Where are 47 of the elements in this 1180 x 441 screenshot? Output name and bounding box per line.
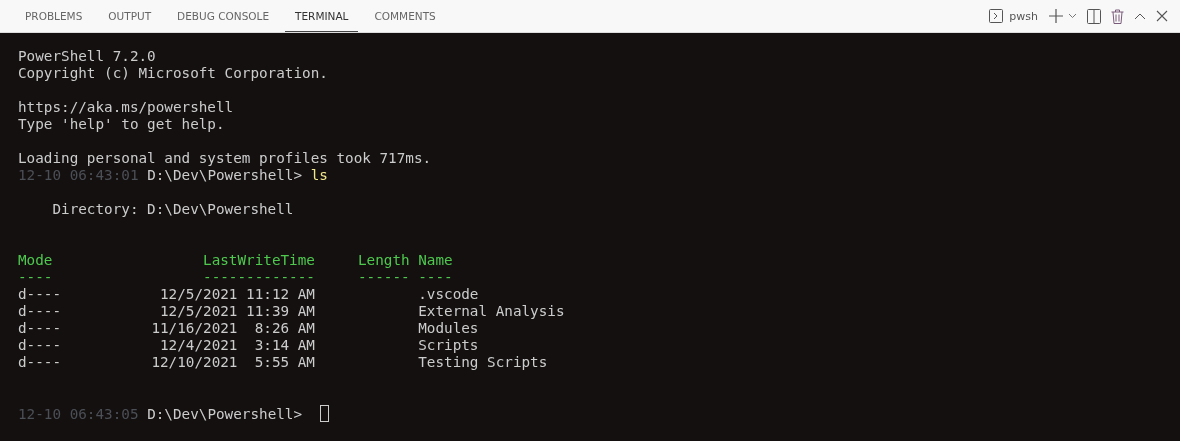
panel-tab[interactable]: TERMINAL [285, 0, 359, 32]
plus-icon[interactable] [1048, 8, 1064, 24]
chevron-down-icon[interactable] [1068, 13, 1077, 19]
terminal-text: https://aka.ms/powershell [18, 99, 234, 115]
split-icon[interactable] [1087, 8, 1101, 24]
table-cell: Modules [418, 320, 479, 337]
panel-tab[interactable]: PROBLEMS [15, 0, 93, 32]
table-cell: d---- [18, 354, 62, 371]
terminal-text: PowerShell 7.2.0 [18, 48, 156, 64]
prompt-timestamp: 12-10 06:43:05 [18, 406, 139, 422]
terminal-text: Loading personal and system profiles took 717ms. [18, 150, 432, 166]
table-cell: External Analysis [418, 303, 565, 320]
panel-tab[interactable]: DEBUG CONSOLE [167, 0, 280, 32]
table-cell: 11/16/2021 8:26 AM [151, 320, 315, 337]
table-cell: 12/5/2021 11:12 AM [160, 286, 315, 303]
chevron-up-icon[interactable] [1134, 12, 1146, 20]
terminal-text: Type 'help' to get help. [18, 116, 225, 132]
table-cell: 12/10/2021 5:55 AM [151, 354, 315, 371]
command-text: ls [310, 167, 328, 183]
prompt-path: D:\Dev\Powershell> [147, 406, 303, 422]
table-cell: 12/4/2021 3:14 AM [160, 337, 315, 354]
table-cell: d---- [18, 320, 62, 337]
column-header: LastWriteTime [203, 252, 315, 269]
column-underline: ------------- [203, 269, 315, 286]
column-underline: ---- [18, 269, 53, 286]
terminal-icon [988, 8, 1005, 24]
directory-label: Directory: D:\Dev\Powershell [52, 201, 294, 217]
table-cell: Testing Scripts [418, 354, 548, 371]
column-header: Name [418, 252, 453, 269]
table-cell: 12/5/2021 11:39 AM [160, 303, 315, 320]
terminal-selector[interactable]: pwsh [988, 8, 1038, 24]
trash-icon[interactable] [1111, 8, 1124, 24]
close-icon[interactable] [1156, 10, 1168, 22]
table-cell: d---- [18, 286, 62, 303]
prompt-path: D:\Dev\Powershell> [147, 167, 303, 183]
panel-tab[interactable]: COMMENTS [364, 0, 446, 32]
panel-tab[interactable]: OUTPUT [98, 0, 162, 32]
column-underline: ---- [418, 269, 453, 286]
column-header: Mode [18, 252, 53, 269]
table-cell: d---- [18, 303, 62, 320]
column-underline: ------ [357, 269, 411, 286]
column-header: Length [357, 252, 411, 269]
table-cell: Scripts [418, 337, 479, 354]
table-cell: d---- [18, 337, 62, 354]
prompt-timestamp: 12-10 06:43:01 [18, 167, 139, 183]
table-cell: .vscode [418, 286, 479, 303]
terminal-text: Copyright (c) Microsoft Corporation. [18, 65, 328, 81]
